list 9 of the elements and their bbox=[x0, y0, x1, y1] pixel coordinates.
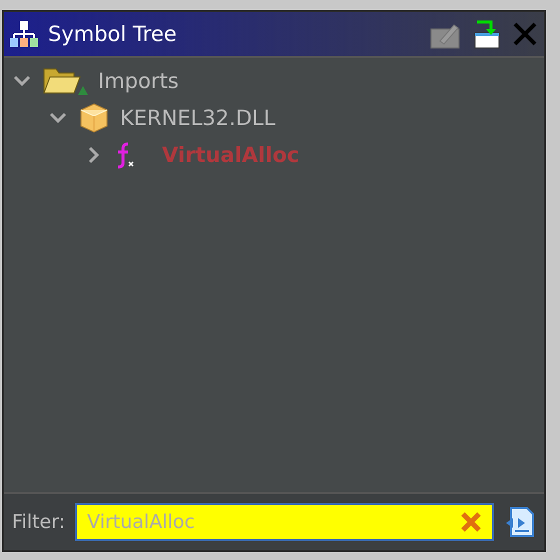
filter-label: Filter: bbox=[12, 511, 66, 533]
clear-icon[interactable] bbox=[460, 511, 482, 533]
cube-icon bbox=[78, 102, 110, 134]
tree-node-label[interactable]: Imports bbox=[98, 68, 179, 92]
hierarchy-icon bbox=[10, 20, 38, 48]
import-icon[interactable] bbox=[472, 19, 502, 49]
window-title: Symbol Tree bbox=[48, 22, 178, 46]
document-icon[interactable] bbox=[504, 506, 536, 538]
tree-node-label[interactable]: KERNEL32.DLL bbox=[120, 106, 276, 130]
